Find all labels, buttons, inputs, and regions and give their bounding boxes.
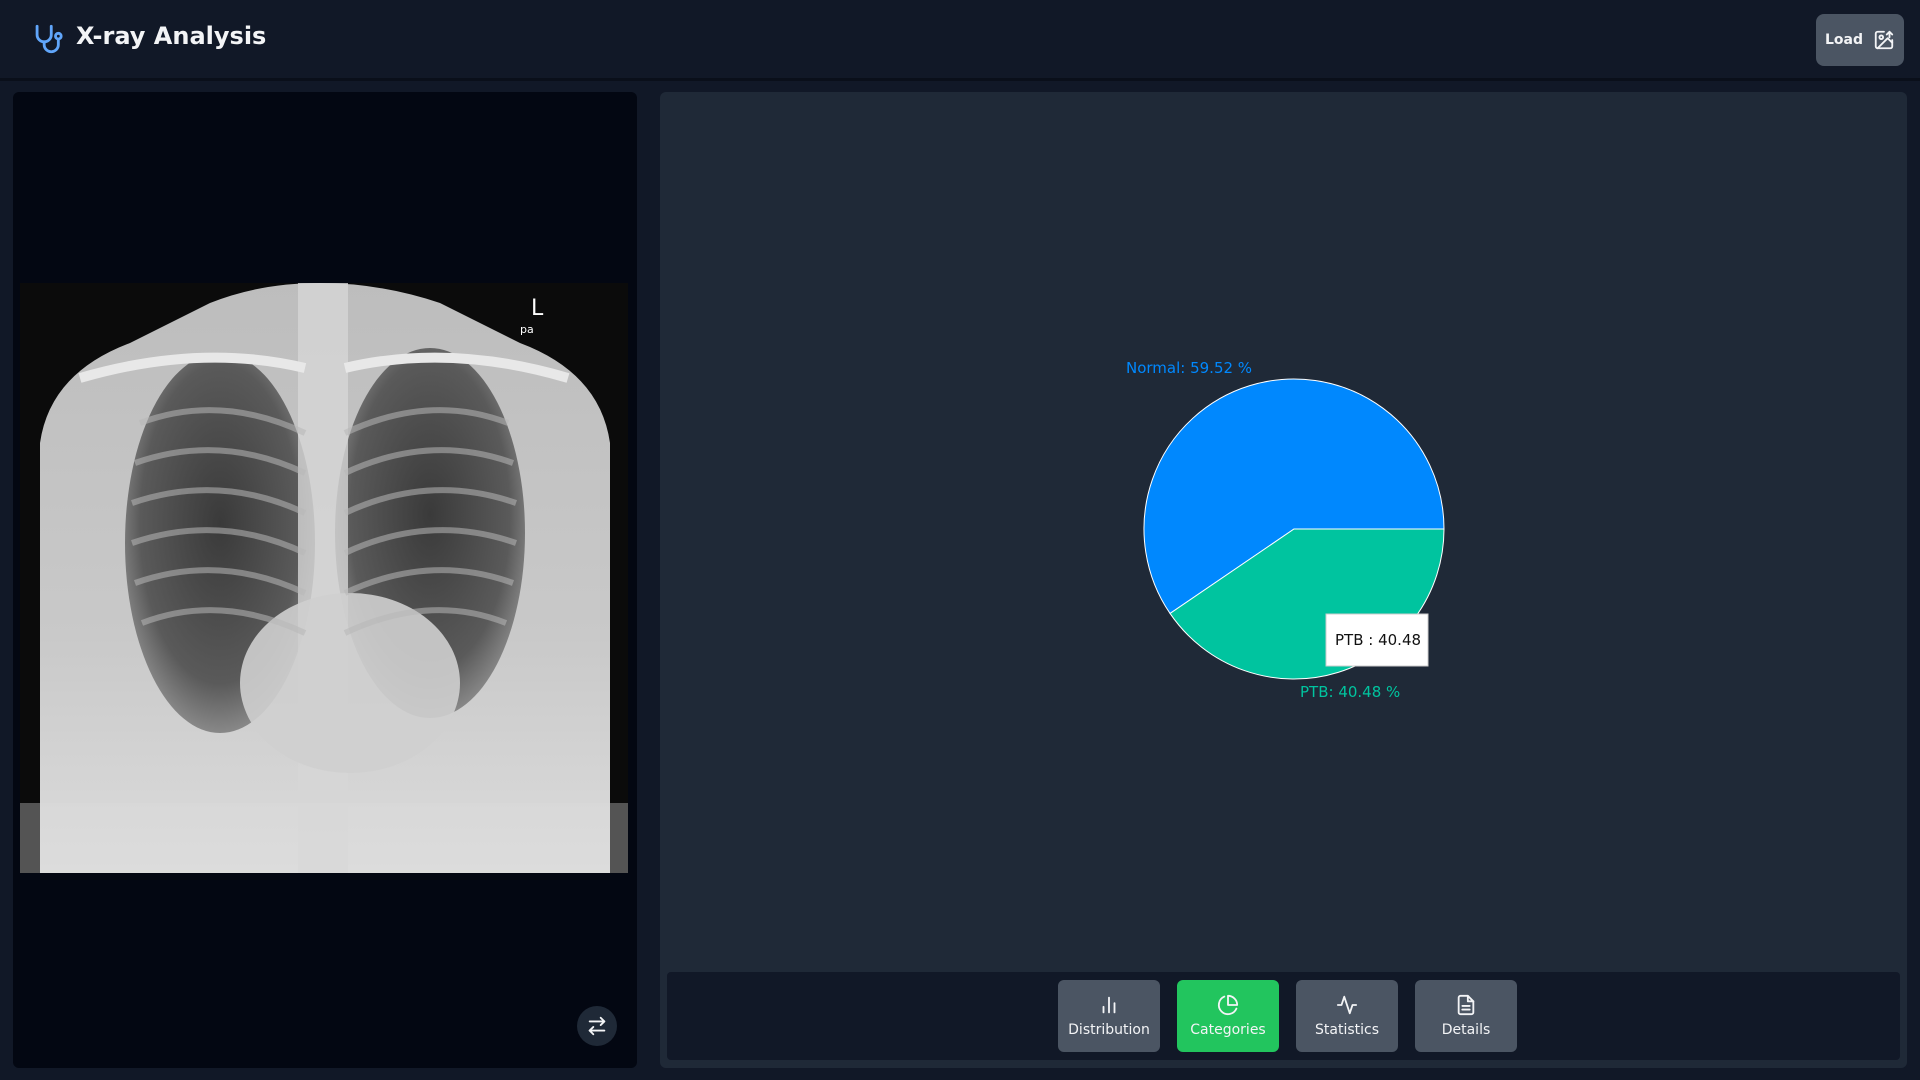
image-upload-icon <box>1874 30 1894 50</box>
xray-view-label: pa <box>520 323 534 336</box>
tab-statistics[interactable]: Statistics <box>1296 980 1398 1052</box>
stethoscope-icon <box>35 24 63 54</box>
view-toolbar: Distribution Categories Statistics Detai… <box>667 972 1900 1060</box>
tab-label: Details <box>1441 1022 1491 1038</box>
tab-label: Distribution <box>1068 1022 1150 1038</box>
chart-tooltip: PTB : 40.48 <box>1325 613 1429 667</box>
xray-marker: L <box>531 296 544 321</box>
tab-categories[interactable]: Categories <box>1177 980 1279 1052</box>
pie-label-ptb: PTB: 40.48 % <box>1300 683 1400 701</box>
xray-image: L pa <box>20 283 628 873</box>
load-label: Load <box>1824 32 1863 48</box>
tab-label: Statistics <box>1315 1022 1379 1038</box>
swap-arrows-icon <box>588 1016 606 1036</box>
app-header: X-ray Analysis Load <box>0 0 1920 81</box>
tab-label: Categories <box>1190 1022 1266 1038</box>
load-button[interactable]: Load <box>1816 14 1904 66</box>
main-area: L pa Normal: 59.52 % PTB: 40.48 % PTB : 40… <box>5 84 1915 1074</box>
bar-chart-icon <box>1102 996 1116 1014</box>
pie-chart-icon <box>1217 994 1239 1015</box>
tab-distribution[interactable]: Distribution <box>1058 980 1160 1052</box>
swap-button[interactable] <box>577 1006 617 1046</box>
pie-label-normal: Normal: 59.52 % <box>1126 359 1252 377</box>
tab-details[interactable]: Details <box>1415 980 1517 1052</box>
categories-pie-chart: Normal: 59.52 % PTB: 40.48 % PTB : 40.48 <box>1126 359 1445 701</box>
document-icon <box>1457 994 1475 1016</box>
tooltip-text: PTB : 40.48 <box>1335 631 1421 649</box>
activity-icon <box>1336 995 1358 1015</box>
app-title: X-ray Analysis <box>76 22 267 50</box>
image-panel: L pa <box>13 92 637 1068</box>
analysis-panel: Normal: 59.52 % PTB: 40.48 % PTB : 40.48 D… <box>660 92 1907 1068</box>
